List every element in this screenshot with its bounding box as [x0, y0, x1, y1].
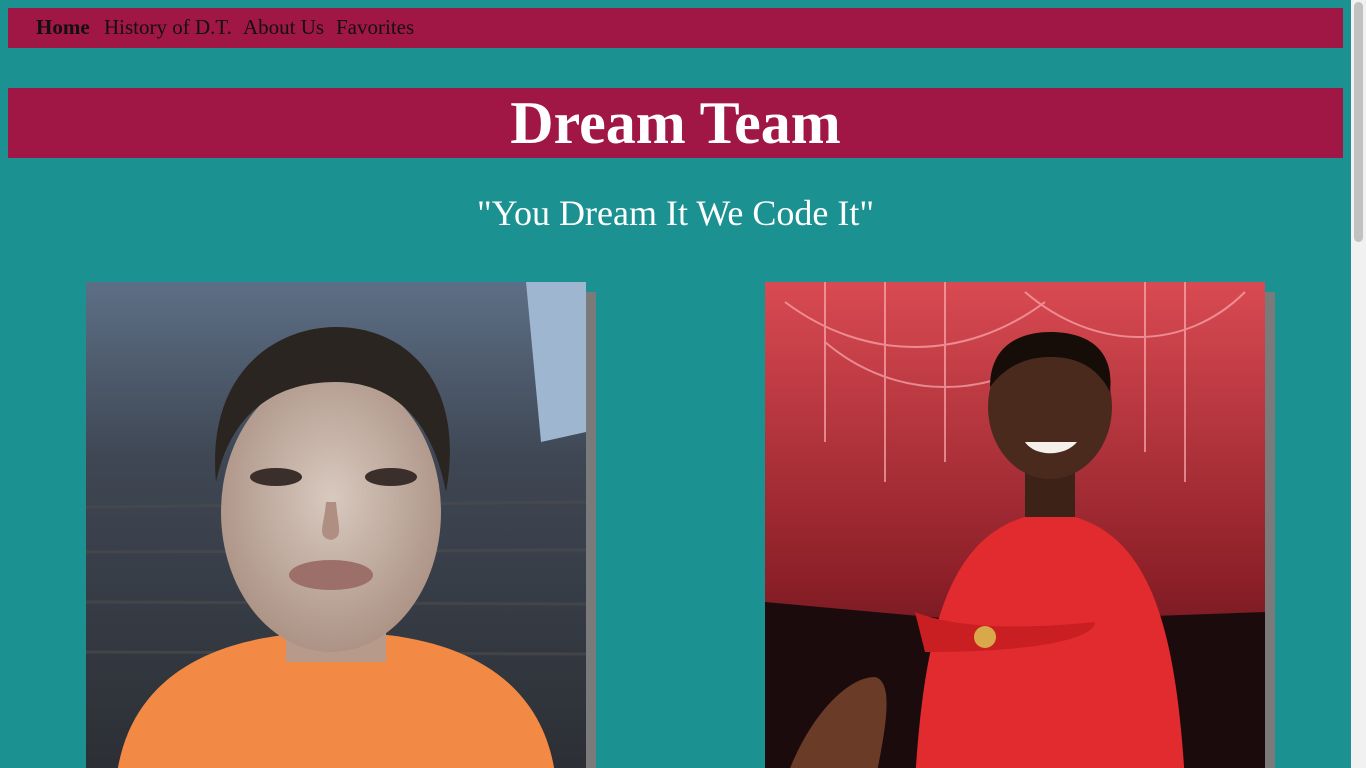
nav-history-link[interactable]: History of D.T.	[104, 8, 232, 48]
top-navbar: Home History of D.T. About Us Favorites	[8, 8, 1343, 48]
portrait-image-2	[765, 282, 1265, 768]
nav-about-link[interactable]: About Us	[243, 8, 324, 48]
page-title: Dream Team	[510, 90, 841, 156]
portrait-image-1	[86, 282, 586, 768]
vertical-scrollbar[interactable]	[1351, 0, 1366, 768]
nav-home-link[interactable]: Home	[36, 8, 90, 48]
header-banner: Dream Team	[8, 88, 1343, 158]
nav-favorites-link[interactable]: Favorites	[336, 8, 414, 48]
scrollbar-thumb[interactable]	[1354, 2, 1363, 242]
tagline: "You Dream It We Code It"	[476, 193, 875, 233]
page: Home History of D.T. About Us Favorites …	[0, 0, 1351, 768]
team-photo-1	[86, 282, 596, 768]
team-photo-2	[765, 282, 1275, 768]
